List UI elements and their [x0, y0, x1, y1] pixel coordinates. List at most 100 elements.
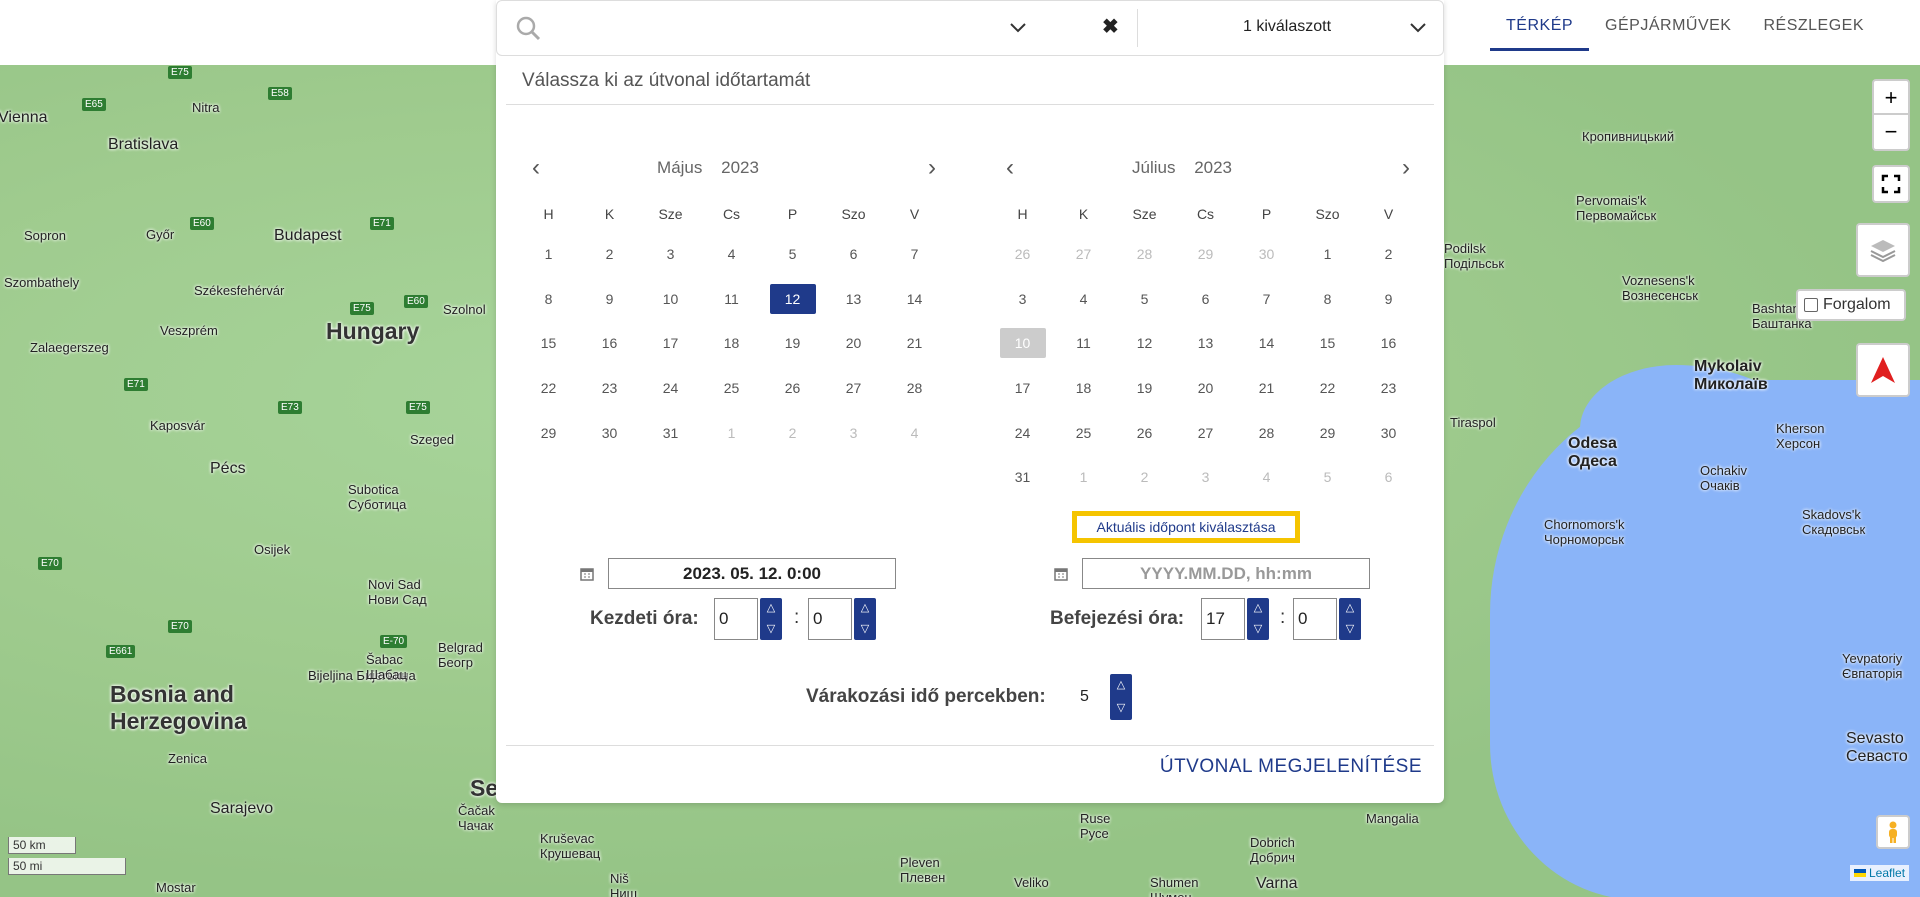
end-date-input[interactable]: YYYY.MM.DD, hh:mm	[1082, 558, 1370, 589]
end-hour-value[interactable]: 17	[1201, 598, 1245, 640]
layers-button[interactable]	[1856, 223, 1910, 277]
prev-month-icon[interactable]: ‹	[524, 156, 548, 180]
calendar-day[interactable]: 29	[1297, 411, 1358, 456]
calendar-day[interactable]: 26	[992, 232, 1053, 277]
calendar-day[interactable]: 7	[884, 232, 945, 277]
select-now-button[interactable]: Aktuális időpont kiválasztása	[1072, 511, 1300, 543]
calendar-day[interactable]: 25	[701, 366, 762, 411]
calendar-day[interactable]: 13	[823, 277, 884, 322]
calendar-day[interactable]: 31	[992, 455, 1053, 500]
search-input[interactable]	[552, 11, 986, 45]
calendar-day[interactable]: 24	[640, 366, 701, 411]
calendar-day[interactable]: 1	[1297, 232, 1358, 277]
calendar-start-year[interactable]: 2023	[721, 158, 759, 177]
calendar-day[interactable]: 14	[884, 277, 945, 322]
calendar-day[interactable]: 4	[701, 232, 762, 277]
calendar-day[interactable]: 30	[579, 411, 640, 456]
calendar-day[interactable]: 9	[579, 277, 640, 322]
next-month-icon[interactable]: ›	[920, 156, 944, 180]
fullscreen-button[interactable]	[1872, 165, 1910, 203]
calendar-day[interactable]: 28	[1114, 232, 1175, 277]
start-minute-stepper[interactable]: 0 △ ▽	[808, 598, 876, 640]
calendar-day[interactable]: 31	[640, 411, 701, 456]
attribution-link[interactable]: Leaflet	[1869, 866, 1905, 880]
calendar-day[interactable]: 12	[1114, 321, 1175, 366]
calendar-day[interactable]: 22	[1297, 366, 1358, 411]
calendar-day[interactable]: 28	[884, 366, 945, 411]
calendar-day[interactable]: 6	[1175, 277, 1236, 322]
calendar-day[interactable]: 16	[579, 321, 640, 366]
calendar-day[interactable]: 21	[1236, 366, 1297, 411]
zoom-in-button[interactable]: +	[1872, 79, 1910, 117]
calendar-day[interactable]: 1	[1053, 455, 1114, 500]
calendar-day[interactable]: 26	[762, 366, 823, 411]
calendar-day[interactable]: 30	[1358, 411, 1419, 456]
calendar-start-month[interactable]: Május	[657, 158, 702, 177]
calendar-day[interactable]: 25	[1053, 411, 1114, 456]
calendar-day[interactable]: 3	[823, 411, 884, 456]
start-hour-value[interactable]: 0	[714, 598, 758, 640]
arrow-up-icon[interactable]: △	[1339, 598, 1361, 619]
calendar-day[interactable]: 20	[823, 321, 884, 366]
clear-icon[interactable]: ✖	[1102, 14, 1119, 39]
calendar-day[interactable]: 3	[992, 277, 1053, 322]
calendar-day[interactable]: 23	[579, 366, 640, 411]
arrow-up-icon[interactable]: △	[1110, 674, 1132, 697]
calendar-day[interactable]: 14	[1236, 321, 1297, 366]
traffic-checkbox[interactable]	[1804, 298, 1818, 312]
calendar-day[interactable]: 13	[1175, 321, 1236, 366]
traffic-toggle[interactable]: Forgalom	[1796, 289, 1906, 321]
prev-month-icon-end[interactable]: ‹	[998, 156, 1022, 180]
next-month-icon-end[interactable]: ›	[1394, 156, 1418, 180]
start-date-input[interactable]: 2023. 05. 12. 0:00	[608, 558, 896, 589]
tab-vehicles[interactable]: GÉPJÁRMŰVEK	[1589, 0, 1747, 51]
calendar-day[interactable]: 5	[1114, 277, 1175, 322]
end-minute-value[interactable]: 0	[1293, 598, 1337, 640]
calendar-day[interactable]: 11	[1053, 321, 1114, 366]
calendar-day[interactable]: 3	[1175, 455, 1236, 500]
calendar-day[interactable]: 6	[1358, 455, 1419, 500]
chevron-down-icon-select[interactable]	[1409, 19, 1427, 37]
zoom-out-button[interactable]: −	[1872, 113, 1910, 151]
calendar-day[interactable]: 29	[518, 411, 579, 456]
calendar-day[interactable]: 15	[518, 321, 579, 366]
calendar-day[interactable]: 2	[1114, 455, 1175, 500]
calendar-day[interactable]: 19	[762, 321, 823, 366]
arrow-up-icon[interactable]: △	[760, 598, 782, 619]
arrow-down-icon[interactable]: ▽	[760, 619, 782, 640]
calendar-day[interactable]: 10	[640, 277, 701, 322]
calendar-day[interactable]: 18	[701, 321, 762, 366]
street-view-button[interactable]	[1876, 815, 1910, 849]
calendar-day[interactable]: 8	[518, 277, 579, 322]
calendar-day[interactable]: 2	[762, 411, 823, 456]
chevron-down-icon[interactable]	[1009, 19, 1027, 37]
calendar-end-month[interactable]: Július	[1132, 158, 1175, 177]
calendar-day[interactable]: 28	[1236, 411, 1297, 456]
calendar-day[interactable]: 20	[1175, 366, 1236, 411]
leaflet-attribution[interactable]: Leaflet	[1850, 865, 1910, 881]
end-minute-stepper[interactable]: 0 △ ▽	[1293, 598, 1361, 640]
calendar-day[interactable]: 11	[701, 277, 762, 322]
calendar-day[interactable]: 1	[518, 232, 579, 277]
show-route-button[interactable]: ÚTVONAL MEGJELENÍTÉSE	[1160, 756, 1422, 778]
calendar-day[interactable]: 7	[1236, 277, 1297, 322]
calendar-day[interactable]: 5	[1297, 455, 1358, 500]
calendar-day[interactable]: 27	[1175, 411, 1236, 456]
selected-count[interactable]: 1 kiválaszott	[1197, 18, 1377, 36]
calendar-day[interactable]: 17	[640, 321, 701, 366]
calendar-day[interactable]: 29	[1175, 232, 1236, 277]
arrow-up-icon[interactable]: △	[854, 598, 876, 619]
calendar-day[interactable]: 12	[762, 277, 823, 322]
arrow-down-icon[interactable]: ▽	[854, 619, 876, 640]
calendar-day[interactable]: 22	[518, 366, 579, 411]
calendar-day[interactable]: 30	[1236, 232, 1297, 277]
calendar-day[interactable]: 2	[579, 232, 640, 277]
navigation-button[interactable]	[1856, 343, 1910, 397]
calendar-day[interactable]: 23	[1358, 366, 1419, 411]
calendar-day[interactable]: 4	[1236, 455, 1297, 500]
end-hour-stepper[interactable]: 17 △ ▽	[1201, 598, 1269, 640]
calendar-day[interactable]: 16	[1358, 321, 1419, 366]
calendar-day[interactable]: 4	[1053, 277, 1114, 322]
arrow-up-icon[interactable]: △	[1247, 598, 1269, 619]
arrow-down-icon[interactable]: ▽	[1339, 619, 1361, 640]
